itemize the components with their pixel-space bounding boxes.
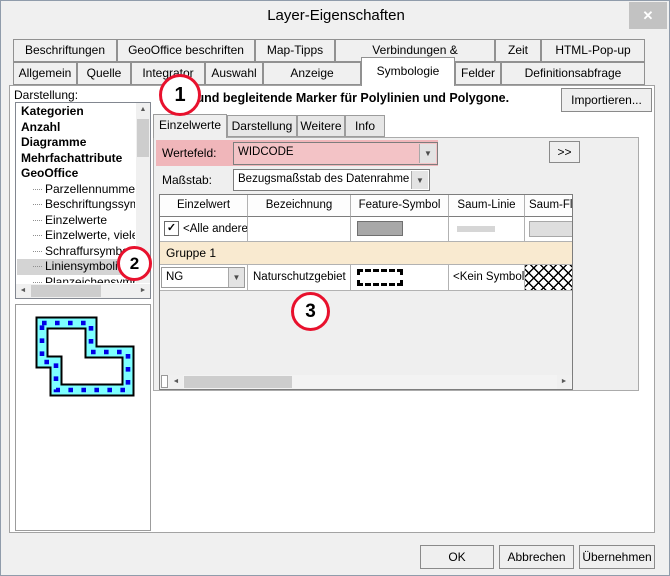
- expand-button[interactable]: >>: [549, 141, 580, 163]
- tree-hscrollbar[interactable]: ◄ ►: [16, 284, 150, 298]
- tree-item-diagramme[interactable]: Diagramme: [17, 135, 135, 151]
- import-button[interactable]: Importieren...: [561, 88, 652, 112]
- tree-item-planzeichensymbolik[interactable]: Planzeichensymbolik: [17, 275, 135, 284]
- tab-zeit[interactable]: Zeit: [495, 39, 541, 62]
- annotation-circle-1: 1: [159, 74, 201, 116]
- wertefeld-dropdown[interactable]: WIDCODE ▼: [233, 142, 438, 165]
- wertefeld-label: Wertefeld:: [162, 146, 216, 160]
- annotation-circle-3: 3: [291, 292, 330, 331]
- light-gray-fill-swatch[interactable]: [529, 221, 572, 237]
- tree-vscroll-thumb[interactable]: [137, 119, 149, 157]
- massstab-value: Bezugsmaßstab des Datenrahmens: [238, 173, 409, 185]
- chevron-down-icon[interactable]: ▼: [411, 171, 428, 189]
- checkmark-icon: ✓: [167, 222, 176, 234]
- tree-item-anzahl[interactable]: Anzahl: [17, 120, 135, 136]
- wertefeld-value: WIDCODE: [238, 146, 417, 158]
- tab-quelle[interactable]: Quelle: [77, 62, 131, 85]
- chevron-down-icon[interactable]: ▼: [228, 268, 244, 287]
- einzelwert-value: <Alle anderen Werte>: [183, 217, 247, 241]
- gray-fill-swatch[interactable]: [357, 221, 403, 236]
- column-header-bezeichnung: Bezeichnung: [248, 195, 351, 217]
- page-heading: Saum und begleitende Marker für Polylini…: [159, 91, 549, 105]
- tab-beschriftungen[interactable]: Beschriftungen: [13, 39, 117, 62]
- table-scroll-corner: [161, 375, 168, 388]
- scroll-left-icon[interactable]: ◄: [16, 284, 30, 298]
- inner-tab-darstellung[interactable]: Darstellung: [227, 115, 297, 137]
- darstellung-label: Darstellung:: [14, 88, 78, 102]
- massstab-dropdown[interactable]: Bezugsmaßstab des Datenrahmens ▼: [233, 169, 430, 191]
- ok-button[interactable]: OK: [420, 545, 494, 569]
- symbol-preview-panel: [15, 304, 151, 531]
- column-header-saum-linie: Saum-Linie: [449, 195, 525, 217]
- tab-geooffice-beschriften[interactable]: GeoOffice beschriften: [117, 39, 255, 62]
- tab-html-popup[interactable]: HTML-Pop-up: [541, 39, 645, 62]
- table-row-ng[interactable]: NG ▼ Naturschutzgebiet <Kein Symbol>: [160, 265, 572, 291]
- scroll-right-icon[interactable]: ►: [557, 375, 571, 389]
- saum-linie-value[interactable]: <Kein Symbol>: [449, 265, 525, 291]
- table-hscrollbar[interactable]: ◄ ►: [160, 375, 572, 389]
- light-gray-line-swatch[interactable]: [457, 226, 495, 232]
- inner-tab-info[interactable]: Info: [345, 115, 385, 137]
- inner-tab-einzelwerte[interactable]: Einzelwerte: [153, 114, 227, 138]
- einzelwert-value: NG: [166, 271, 183, 283]
- black-dashed-outline-swatch[interactable]: [357, 269, 403, 286]
- column-header-saum-flaeche: Saum-Fläche: [525, 195, 572, 217]
- bezeichnung-value[interactable]: Naturschutzgebiet: [248, 265, 351, 291]
- einzelwert-combobox[interactable]: NG ▼: [161, 267, 245, 288]
- tree-hscroll-thumb[interactable]: [31, 285, 101, 297]
- tab-map-tipps[interactable]: Map-Tipps: [255, 39, 335, 62]
- tree-item-parzellennummerierung[interactable]: Parzellennummerierung: [17, 182, 135, 198]
- black-crosshatch-swatch[interactable]: [525, 265, 572, 290]
- tab-felder[interactable]: Felder: [455, 62, 501, 85]
- close-button[interactable]: ✕: [629, 2, 667, 29]
- scroll-up-icon[interactable]: ▲: [136, 103, 150, 117]
- einzelwerte-table: Einzelwert Bezeichnung Feature-Symbol Sa…: [159, 194, 573, 390]
- naturschutzgebiet-symbol-preview: [19, 307, 149, 407]
- bezeichnung-value[interactable]: [248, 217, 351, 242]
- table-group-row[interactable]: Gruppe 1: [160, 242, 572, 265]
- tree-item-geooffice[interactable]: GeoOffice: [17, 166, 135, 182]
- apply-button[interactable]: Übernehmen: [579, 545, 655, 569]
- tree-item-einzelwerte-viele[interactable]: Einzelwerte, viele Felder: [17, 228, 135, 244]
- close-icon: ✕: [643, 8, 654, 23]
- chevron-down-icon[interactable]: ▼: [419, 144, 436, 163]
- tab-allgemein[interactable]: Allgemein: [13, 62, 77, 85]
- column-header-einzelwert: Einzelwert: [160, 195, 248, 217]
- tree-item-mehrfachattribute[interactable]: Mehrfachattribute: [17, 151, 135, 167]
- tab-symbologie[interactable]: Symbologie: [361, 57, 455, 86]
- table-row-alle-anderen[interactable]: ✓ <Alle anderen Werte>: [160, 217, 572, 242]
- massstab-label: Maßstab:: [162, 173, 212, 187]
- scroll-right-icon[interactable]: ►: [136, 284, 150, 298]
- tree-item-beschriftungssymbolik[interactable]: Beschriftungssymbolik: [17, 197, 135, 213]
- tree-item-einzelwerte[interactable]: Einzelwerte: [17, 213, 135, 229]
- group-label: Gruppe 1: [166, 246, 216, 260]
- tab-definitionsabfrage[interactable]: Definitionsabfrage: [501, 62, 645, 85]
- table-header-row: Einzelwert Bezeichnung Feature-Symbol Sa…: [160, 195, 572, 217]
- tab-auswahl[interactable]: Auswahl: [205, 62, 263, 85]
- layer-properties-dialog: Layer-Eigenschaften ✕ Beschriftungen Geo…: [0, 0, 670, 576]
- tab-anzeige[interactable]: Anzeige: [263, 62, 361, 85]
- dialog-title: Layer-Eigenschaften: [1, 1, 670, 33]
- table-hscroll-thumb[interactable]: [184, 376, 292, 388]
- annotation-circle-2: 2: [117, 246, 152, 281]
- row-checkbox[interactable]: ✓: [164, 221, 179, 236]
- scroll-left-icon[interactable]: ◄: [169, 375, 183, 389]
- tree-item-kategorien[interactable]: Kategorien: [17, 104, 135, 120]
- cancel-button[interactable]: Abbrechen: [499, 545, 574, 569]
- inner-tab-weitere[interactable]: Weitere: [297, 115, 345, 137]
- column-header-feature-symbol: Feature-Symbol: [351, 195, 449, 217]
